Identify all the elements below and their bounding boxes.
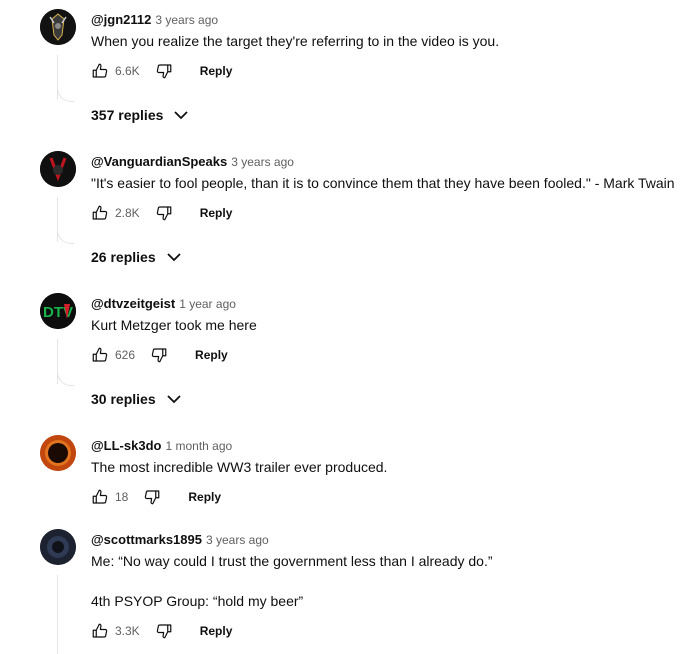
- comment-text-line: Me: “No way could I trust the government…: [91, 553, 493, 569]
- avatar[interactable]: [40, 9, 76, 45]
- comment-time[interactable]: 3 years ago: [231, 155, 294, 169]
- replies-count: 30 replies: [91, 391, 156, 407]
- thumb-down-icon[interactable]: [143, 488, 161, 506]
- reply-button[interactable]: Reply: [195, 348, 228, 362]
- reply-button[interactable]: Reply: [200, 624, 233, 638]
- avatar[interactable]: [40, 529, 76, 565]
- comment-text-line: 4th PSYOP Group: “hold my beer”: [91, 593, 304, 609]
- like-count: 3.3K: [115, 624, 140, 638]
- thread-connector: [57, 369, 74, 386]
- avatar[interactable]: DTV: [40, 293, 76, 329]
- thumb-down-icon[interactable]: [155, 204, 173, 222]
- view-replies-button[interactable]: 357 replies: [91, 107, 189, 123]
- comment-author[interactable]: @LL-sk3do: [91, 438, 161, 453]
- comment-actions: 18 Reply: [91, 487, 221, 507]
- like-count: 6.6K: [115, 64, 140, 78]
- comment-time[interactable]: 3 years ago: [206, 533, 269, 547]
- comment-author[interactable]: @scottmarks1895: [91, 532, 202, 547]
- thumb-down-icon[interactable]: [150, 346, 168, 364]
- comment-time[interactable]: 1 month ago: [165, 439, 232, 453]
- reply-button[interactable]: Reply: [200, 206, 233, 220]
- like-count: 626: [115, 348, 136, 362]
- like-count: 2.8K: [115, 206, 140, 220]
- comment-author[interactable]: @jgn2112: [91, 12, 151, 27]
- replies-count: 26 replies: [91, 249, 156, 265]
- comment-text: "It's easier to fool people, than it is …: [91, 175, 675, 191]
- comment-header: @scottmarks1895 3 years ago: [91, 531, 269, 549]
- comment-actions: 2.8K Reply: [91, 203, 232, 223]
- chevron-down-icon: [166, 391, 182, 407]
- avatar[interactable]: [40, 151, 76, 187]
- avatar[interactable]: [40, 435, 76, 471]
- chevron-down-icon: [166, 249, 182, 265]
- comment-text: When you realize the target they're refe…: [91, 33, 500, 49]
- comment-header: @LL-sk3do 1 month ago: [91, 437, 232, 455]
- comment-text: Kurt Metzger took me here: [91, 317, 257, 333]
- replies-count: 357 replies: [91, 107, 164, 123]
- comment-text: The most incredible WW3 trailer ever pro…: [91, 459, 388, 475]
- view-replies-button[interactable]: 30 replies: [91, 391, 182, 407]
- comment-time[interactable]: 1 year ago: [179, 297, 236, 311]
- reply-button[interactable]: Reply: [188, 490, 221, 504]
- comment-actions: 3.3K Reply: [91, 621, 232, 641]
- comment-header: @dtvzeitgeist 1 year ago: [91, 295, 236, 313]
- comment-header: @jgn2112 3 years ago: [91, 11, 218, 29]
- thumb-down-icon[interactable]: [155, 62, 173, 80]
- view-replies-button[interactable]: 26 replies: [91, 249, 182, 265]
- thumb-up-icon[interactable]: [91, 62, 109, 80]
- comment-actions: 6.6K Reply: [91, 61, 232, 81]
- thumb-up-icon[interactable]: [91, 488, 109, 506]
- chevron-down-icon: [173, 107, 189, 123]
- comment-header: @VanguardianSpeaks 3 years ago: [91, 153, 294, 171]
- thumb-down-icon[interactable]: [155, 622, 173, 640]
- thread-connector: [57, 85, 74, 102]
- thumb-up-icon[interactable]: [91, 346, 109, 364]
- comment-author[interactable]: @dtvzeitgeist: [91, 296, 175, 311]
- thread-connector: [57, 227, 74, 244]
- comment-time[interactable]: 3 years ago: [155, 13, 218, 27]
- thumb-up-icon[interactable]: [91, 622, 109, 640]
- comment-actions: 626 Reply: [91, 345, 228, 365]
- thread-line: [57, 575, 58, 654]
- like-count: 18: [115, 490, 129, 504]
- comment-author[interactable]: @VanguardianSpeaks: [91, 154, 227, 169]
- thumb-up-icon[interactable]: [91, 204, 109, 222]
- reply-button[interactable]: Reply: [200, 64, 233, 78]
